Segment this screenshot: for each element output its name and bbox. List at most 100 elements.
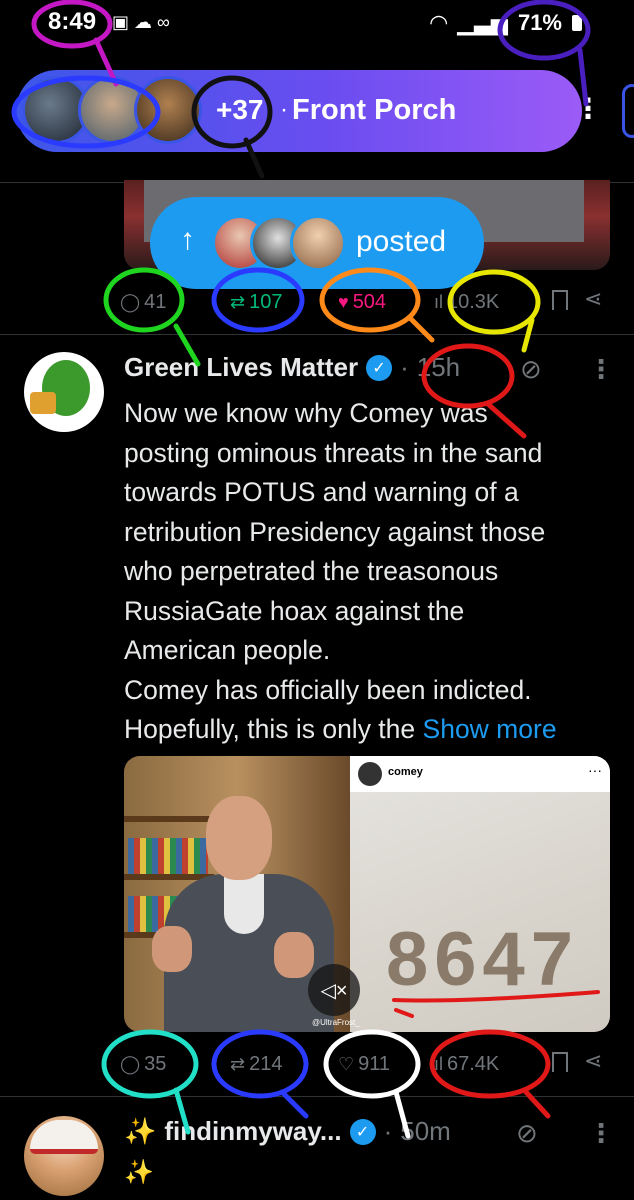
post-text: Now we know why Comey was posting ominou… [124, 394, 614, 750]
more-horizontal-icon: ··· [588, 762, 602, 778]
post-time[interactable]: 50m [400, 1116, 451, 1147]
notification-icons: ▣ ☁ ∞ [112, 12, 170, 32]
divider [0, 334, 634, 335]
post-dot: · [400, 352, 409, 382]
mute-icon[interactable]: ◁× [308, 964, 360, 1016]
post-line: who perpetrated the treasonous [124, 556, 499, 586]
heart-filled-icon: ♥ [338, 291, 349, 312]
repost-count: 214 [249, 1052, 283, 1075]
author-name[interactable]: findinmyway... [164, 1116, 341, 1147]
avatar [290, 215, 346, 271]
repost-button[interactable]: ⇄ 214 [230, 1053, 282, 1076]
reply-count: 41 [144, 290, 167, 313]
member-count: +37 [216, 94, 264, 125]
share-icon[interactable]: ⋖ [584, 1048, 602, 1074]
show-more-link[interactable]: Show more [423, 714, 557, 744]
share-icon[interactable]: ⋖ [584, 286, 602, 312]
sand-shells-text: 8647 [386, 917, 580, 1002]
avatar [358, 762, 382, 786]
post-line: American people. [124, 635, 331, 665]
embed-username: comey [388, 766, 423, 778]
post-line: RussiaGate hoax against the [124, 595, 465, 626]
post-time[interactable]: 15h [417, 352, 460, 383]
views-icon: ıl [434, 291, 443, 312]
reply-count: 35 [144, 1052, 167, 1075]
signal-icon: ▁▃▅ [457, 10, 508, 35]
annotation-tail [521, 317, 535, 353]
like-button[interactable]: ♡ 911 [338, 1053, 390, 1076]
reply-icon: ◯ [120, 291, 141, 312]
reply-button[interactable]: ◯ 35 [120, 1053, 166, 1076]
like-button[interactable]: ♥ 504 [338, 291, 386, 314]
post-line: Now we know why Comey was [124, 398, 488, 428]
shelf [124, 816, 214, 822]
grok-icon[interactable]: ⊘ [520, 354, 542, 385]
next-community-edge[interactable] [622, 84, 634, 138]
post-line: posting ominous threats in the sand [124, 437, 543, 468]
verified-badge-icon: ✓ [349, 1118, 376, 1145]
view-count: 67.4K [447, 1052, 500, 1075]
community-banner[interactable]: +37 · Front Porch ⋮ [16, 70, 602, 152]
post-line-text: Hopefully, this is only the [124, 714, 416, 744]
post-line: Comey has officially been indicted. [124, 674, 532, 705]
more-vertical-icon[interactable]: ⋮ [574, 92, 602, 125]
grok-icon[interactable]: ⊘ [516, 1118, 538, 1149]
divider [0, 1096, 634, 1097]
separator-dot: · [280, 96, 288, 123]
embed-header: comey ··· [350, 756, 610, 792]
community-name: Front Porch [292, 94, 457, 126]
status-bar: 8:49 ▣ ☁ ∞ ◠ ▁▃▅ 71% [0, 0, 634, 50]
post-actions: ◯ 35 ⇄ 214 ♡ 911 ıl 67.4K ⋖ [112, 1044, 612, 1084]
bookmark-icon[interactable] [552, 290, 568, 310]
watermark: @UltraFrost_ [312, 1018, 360, 1027]
avatar-hat [30, 1120, 98, 1154]
arrow-up-icon: ↑ [180, 223, 195, 256]
person-shirt [224, 874, 264, 934]
like-count: 504 [352, 290, 387, 313]
avatar-cup [30, 392, 56, 414]
views-button[interactable]: ıl 10.3K [434, 291, 499, 314]
battery-percent: 71% [517, 10, 562, 35]
avatar [134, 76, 202, 144]
post-header: Green Lives Matter ✓ · 15h [124, 352, 460, 383]
repost-count: 107 [249, 290, 283, 313]
post-line: retribution Presidency against those [124, 516, 546, 547]
status-right: ◠ ▁▃▅ 71% [430, 10, 582, 36]
repost-icon: ⇄ [230, 291, 246, 312]
posted-label: posted [356, 225, 447, 258]
author-name[interactable]: Green Lives Matter [124, 352, 358, 383]
repost-icon: ⇄ [230, 1053, 246, 1074]
previous-post-actions: ◯ 41 ⇄ 107 ♥ 504 ıl 10.3K ⋖ [112, 282, 612, 322]
avatar[interactable] [24, 1116, 104, 1196]
books [128, 838, 208, 874]
views-button[interactable]: ıl 67.4K [434, 1053, 499, 1076]
clock: 8:49 [48, 8, 97, 35]
battery-icon [572, 15, 582, 31]
post-line: Hopefully, this is only the Show more [124, 710, 614, 750]
heart-icon: ♡ [338, 1053, 355, 1074]
views-icon: ıl [434, 1053, 443, 1074]
new-posts-pill[interactable]: ↑ posted [150, 197, 484, 289]
reply-button[interactable]: ◯ 41 [120, 291, 166, 314]
like-count: 911 [358, 1052, 391, 1075]
bookmark-icon[interactable] [552, 1052, 568, 1072]
hand [152, 926, 192, 972]
post-line: towards POTUS and warning of a [124, 477, 519, 507]
person-head [206, 796, 272, 880]
sparkle-icon: ✨ [124, 1116, 157, 1146]
more-vertical-icon[interactable]: ⋮ [588, 354, 614, 385]
verified-badge-icon: ✓ [366, 354, 393, 381]
repost-button[interactable]: ⇄ 107 [230, 291, 282, 314]
community-avatars [22, 76, 202, 144]
view-count: 10.3K [447, 290, 500, 313]
post-header: ✨ findinmyway... ✓ · 50m [124, 1116, 451, 1147]
hand [274, 932, 314, 978]
more-vertical-icon[interactable]: ⋮ [588, 1118, 614, 1149]
post-text: ✨ [124, 1159, 154, 1186]
post-media[interactable]: comey ··· 8647 ◁× @UltraFrost_ [124, 756, 610, 1032]
post-dot: · [383, 1116, 393, 1146]
avatar[interactable] [24, 352, 104, 432]
reply-icon: ◯ [120, 1053, 141, 1074]
wifi-icon: ◠ [430, 10, 448, 35]
embedded-post-image: comey ··· 8647 [350, 756, 610, 1032]
